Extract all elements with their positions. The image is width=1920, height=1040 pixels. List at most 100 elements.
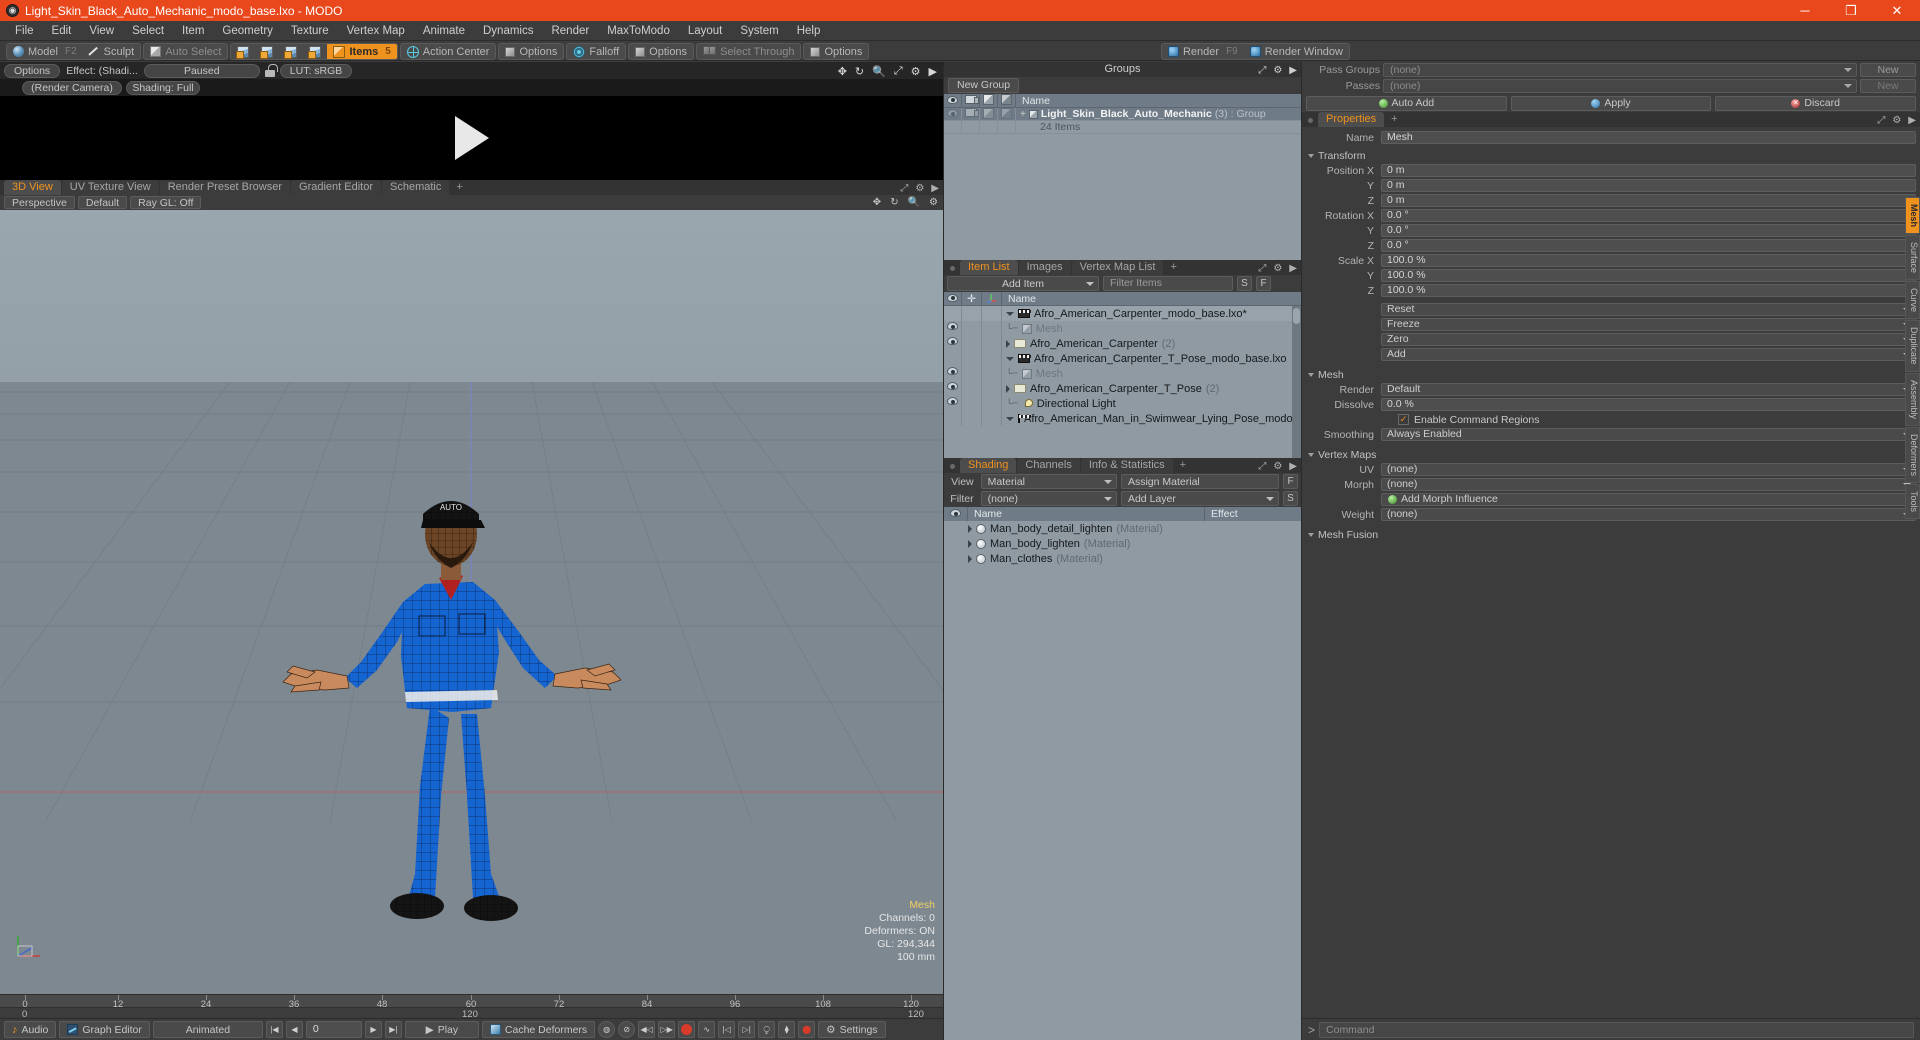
vtab-surface[interactable]: Surface — [1905, 235, 1920, 281]
new-group-button[interactable]: New Group — [948, 78, 1020, 93]
gear-icon[interactable]: ⚙ — [1273, 63, 1282, 78]
assign-material-button[interactable]: Assign Material — [1120, 474, 1279, 489]
expand-icon[interactable]: ⤢ — [1258, 63, 1266, 78]
start-range-icon[interactable]: |◁ — [718, 1021, 736, 1038]
tab-schematic[interactable]: Schematic — [382, 180, 450, 195]
chevron-right-icon[interactable] — [968, 554, 972, 563]
menu-item-geometry[interactable]: Geometry — [213, 21, 282, 41]
expand-plus-icon[interactable]: + — [1020, 109, 1026, 120]
play-triangle-icon[interactable] — [454, 116, 489, 160]
panel-menu-dot-icon[interactable] — [950, 266, 955, 271]
item-visibility-cell[interactable] — [944, 381, 962, 396]
zoom-icon[interactable]: 🔍 — [908, 197, 920, 208]
menu-item-maxtomodo[interactable]: MaxToModo — [598, 21, 679, 41]
list-item[interactable]: └┄ Mesh — [944, 366, 1301, 381]
tab-channels[interactable]: Channels — [1017, 458, 1080, 473]
select-through-button[interactable]: Select Through — [697, 44, 800, 59]
chevron-right-icon[interactable] — [1006, 384, 1010, 393]
table-row[interactable]: Man_clothes (Material) — [944, 551, 1301, 566]
eye-icon[interactable] — [947, 382, 958, 390]
tab-3d-view[interactable]: 3D View — [4, 180, 61, 195]
gear-icon[interactable]: ⚙ — [1273, 263, 1282, 274]
scale-z-input[interactable]: 100.0 % — [1381, 284, 1916, 297]
item-visibility-cell[interactable] — [944, 321, 962, 336]
tab-properties[interactable]: Properties — [1318, 112, 1385, 127]
unlock-icon[interactable] — [264, 64, 278, 77]
add-item-button[interactable]: Add Item — [947, 276, 1099, 291]
maximize-button[interactable]: ❐ — [1828, 0, 1874, 21]
menu-item-edit[interactable]: Edit — [43, 21, 81, 41]
render-button[interactable]: Render F9 — [1162, 44, 1244, 59]
vtab-mesh[interactable]: Mesh — [1905, 197, 1920, 235]
arrow-icon[interactable]: ▶ — [1908, 115, 1916, 126]
arrow-icon[interactable]: ▶ — [931, 183, 939, 194]
gear-icon[interactable]: ⚙ — [911, 65, 921, 78]
section-mesh-header[interactable]: Mesh — [1302, 368, 1920, 382]
gear-icon[interactable]: ⚙ — [929, 197, 938, 208]
rotation-x-input[interactable]: 0.0 ° — [1381, 209, 1916, 222]
shading-s-button[interactable]: S — [1283, 491, 1298, 506]
polygon-mode-button[interactable] — [279, 44, 303, 59]
gear-icon[interactable]: ⚙ — [1273, 461, 1282, 472]
filter-f-button[interactable]: F — [1256, 276, 1271, 291]
step-back-icon[interactable]: ◀ — [285, 1021, 303, 1038]
mesh-dissolve-input[interactable]: 0.0 % — [1381, 398, 1916, 411]
material-mode-button[interactable] — [303, 44, 327, 59]
render-preview-canvas[interactable] — [0, 96, 943, 180]
reset-dropdown[interactable]: Reset — [1381, 303, 1916, 316]
tab-add-panel[interactable]: + — [1164, 260, 1182, 275]
vertexmap-morph-dropdown[interactable]: (none) — [1381, 478, 1916, 491]
menu-item-help[interactable]: Help — [788, 21, 830, 41]
section-mesh-fusion-header[interactable]: Mesh Fusion — [1302, 528, 1920, 542]
action-options-button[interactable]: Options — [499, 44, 563, 59]
no-key-icon[interactable]: ⊘ — [618, 1021, 636, 1038]
add-dropdown[interactable]: Add — [1381, 348, 1916, 361]
audio-button[interactable]: ♪ Audio — [4, 1021, 57, 1038]
menu-item-view[interactable]: View — [80, 21, 123, 41]
select-options-button[interactable]: Options — [804, 44, 868, 59]
edge-mode-button[interactable] — [255, 44, 279, 59]
vtab-assembly[interactable]: Assembly — [1905, 372, 1920, 426]
shading-table-empty-area[interactable] — [944, 566, 1301, 1040]
render-options-button[interactable]: Options — [4, 63, 61, 78]
render-shading-button[interactable]: Shading: Full — [126, 80, 200, 95]
tab-add-shading-panel[interactable]: + — [1174, 458, 1192, 473]
rotate-icon[interactable]: ↻ — [890, 197, 898, 208]
zoom-icon[interactable]: 🔍 — [872, 65, 886, 78]
gear-icon[interactable]: ⚙ — [915, 183, 924, 194]
menu-item-system[interactable]: System — [731, 21, 787, 41]
render-lut-button[interactable]: LUT: sRGB — [279, 63, 353, 78]
shading-view-dropdown[interactable]: Material — [980, 474, 1117, 489]
prev-key-icon[interactable]: ◀◁ — [638, 1021, 656, 1038]
eye-icon[interactable] — [947, 397, 958, 405]
rotation-z-input[interactable]: 0.0 ° — [1381, 239, 1916, 252]
rotate-icon[interactable]: ↻ — [855, 65, 864, 78]
item-visibility-cell[interactable] — [944, 396, 962, 411]
menu-item-select[interactable]: Select — [123, 21, 173, 41]
pan-icon[interactable]: ✥ — [873, 197, 881, 208]
command-input[interactable]: Command — [1319, 1021, 1914, 1038]
freeze-dropdown[interactable]: Freeze — [1381, 318, 1916, 331]
fit-icon[interactable]: ⤢ — [894, 65, 903, 78]
play-button[interactable]: ▶ Play — [404, 1021, 479, 1038]
menu-item-animate[interactable]: Animate — [414, 21, 474, 41]
next-key-icon[interactable]: ▷▶ — [658, 1021, 676, 1038]
mesh-name-input[interactable]: Mesh — [1381, 131, 1916, 144]
record-icon[interactable] — [678, 1021, 696, 1038]
position-x-input[interactable]: 0 m — [1381, 164, 1916, 177]
falloff-options-button[interactable]: Options — [629, 44, 693, 59]
mesh-smoothing-dropdown[interactable]: Always Enabled — [1381, 428, 1916, 441]
tab-vertex-map-list[interactable]: Vertex Map List — [1071, 260, 1164, 275]
chevron-right-icon[interactable] — [968, 539, 972, 548]
break-icon[interactable]: ⬤ — [798, 1021, 816, 1038]
minimize-button[interactable]: ─ — [1782, 0, 1828, 21]
eye-icon[interactable] — [947, 337, 958, 345]
eye-icon[interactable] — [947, 109, 958, 117]
link-icon[interactable]: ⧬ — [758, 1021, 776, 1038]
tab-render-preset-browser[interactable]: Render Preset Browser — [159, 180, 291, 195]
filter-s-button[interactable]: S — [1237, 276, 1252, 291]
vertexmap-uv-dropdown[interactable]: (none) — [1381, 463, 1916, 476]
add-layer-button[interactable]: Add Layer — [1120, 491, 1279, 506]
expand-icon[interactable]: ⤢ — [900, 183, 908, 194]
viewport-perspective-button[interactable]: Perspective — [4, 196, 75, 209]
